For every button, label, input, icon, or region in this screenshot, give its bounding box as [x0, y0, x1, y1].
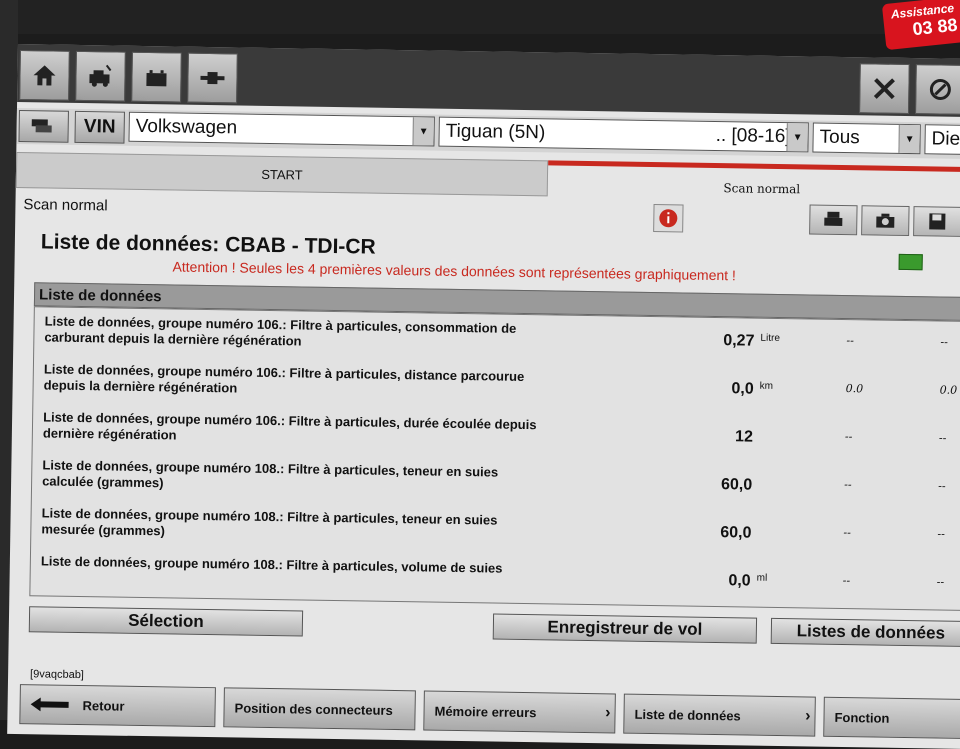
tab-scan-normal[interactable]: Scan normal [547, 160, 960, 202]
row-label: Liste de données, groupe numéro 106.: Fi… [43, 361, 525, 396]
row-extra-1: -- [842, 574, 851, 588]
status-code: [9vaqcbab] [30, 668, 85, 682]
row-extra-2: -- [936, 575, 945, 589]
home-icon [33, 65, 56, 86]
row-label: Liste de données, groupe numéro 108.: Fi… [40, 553, 503, 576]
back-label: Retour [82, 697, 125, 714]
info-button[interactable] [653, 204, 684, 233]
row-label: Liste de données, groupe numéro 108.: Fi… [42, 457, 499, 491]
row-value: 0,27 [723, 332, 755, 350]
assistance-sticker: Assistance 03 88 [881, 0, 960, 51]
data-lists-button[interactable]: Listes de données [770, 617, 960, 648]
chevron-right-icon: › [805, 707, 811, 725]
row-label: Liste de données, groupe numéro 108.: Fi… [41, 505, 498, 539]
save-button[interactable] [913, 206, 960, 237]
row-unit: Litre [760, 332, 781, 345]
tools-icon [873, 78, 895, 100]
chevron-down-icon: ▼ [786, 123, 808, 152]
page-title: Liste de données: CBAB - TDI-CR [40, 230, 376, 259]
function-button[interactable]: Fonction [823, 696, 960, 740]
vehicle-list-button[interactable] [18, 110, 69, 143]
chevron-down-icon: ▼ [412, 117, 434, 146]
tab-start[interactable]: START [15, 151, 549, 197]
top-toolbar [17, 44, 960, 118]
variant-value: Tous [819, 126, 860, 149]
fuel-value: Dies [931, 128, 960, 150]
data-list-nav-label: Liste de données [634, 706, 741, 723]
row-extra-2: -- [937, 527, 945, 541]
power-icon [929, 78, 951, 100]
screenshot-button[interactable] [861, 205, 910, 237]
fault-memory-label: Mémoire erreurs [434, 703, 537, 720]
data-list-nav-button[interactable]: Liste de données › [623, 693, 816, 737]
vin-button[interactable]: VIN [74, 110, 125, 144]
home-button[interactable] [19, 50, 70, 101]
model-years: .. [08-16] [715, 124, 791, 148]
printer-icon [824, 211, 843, 226]
row-value: 60,0 [720, 476, 753, 494]
info-icon [659, 209, 678, 228]
row-extra-1: -- [843, 526, 851, 540]
camera-icon [876, 213, 895, 228]
vehicle-selection-bar: VIN Volkswagen ▼ Tiguan (5N) .. [08-16] … [16, 107, 960, 160]
print-button[interactable] [809, 204, 858, 236]
flight-recorder-button[interactable]: Enregistreur de vol [492, 613, 758, 644]
fault-memory-button[interactable]: Mémoire erreurs › [423, 690, 616, 734]
row-value: 60,0 [720, 524, 752, 542]
brand-value: Volkswagen [135, 115, 238, 139]
tools-button[interactable] [859, 63, 910, 115]
variant-select[interactable]: Tous ▼ [812, 122, 921, 155]
selection-button[interactable]: Sélection [28, 606, 304, 637]
row-extra-1: -- [846, 334, 854, 348]
row-value: 0,0 [731, 380, 754, 398]
model-select[interactable]: Tiguan (5N) .. [08-16] ▼ [438, 116, 809, 153]
row-extra-1: -- [844, 430, 853, 444]
brand-select[interactable]: Volkswagen ▼ [128, 111, 435, 147]
car-diagnosis-icon [89, 64, 112, 87]
photo-bezel-top [0, 0, 960, 34]
chevron-down-icon: ▼ [898, 124, 920, 154]
data-list-table: Liste de données, groupe numéro 106.: Fi… [29, 306, 960, 612]
car-diagnosis-button[interactable] [75, 50, 126, 102]
arrow-left-icon [30, 697, 69, 712]
fuel-select[interactable]: Dies [924, 124, 960, 156]
floppy-disk-icon [929, 213, 946, 230]
row-unit: km [759, 380, 774, 392]
battery-status-icon [898, 253, 923, 271]
row-extra-1: 0.0 [845, 382, 864, 396]
row-extra-2: -- [940, 335, 948, 349]
connector-button[interactable] [187, 52, 238, 104]
row-label: Liste de données, groupe numéro 106.: Fi… [44, 313, 517, 349]
car-stack-icon [31, 119, 52, 133]
warning-message: Attention ! Seules les 4 premières valeu… [172, 258, 737, 284]
row-label: Liste de données, groupe numéro 106.: Fi… [42, 409, 537, 443]
row-extra-2: -- [938, 431, 947, 445]
connector-icon [200, 71, 225, 85]
connector-position-button[interactable]: Position des connecteurs [223, 687, 416, 731]
row-value: 12 [734, 428, 754, 446]
back-button[interactable]: Retour [19, 684, 216, 728]
battery-icon [146, 70, 167, 87]
row-extra-2: 0.0 [939, 383, 958, 397]
row-unit: ml [756, 572, 768, 584]
function-label: Fonction [834, 709, 890, 726]
model-value: Tiguan (5N) [445, 120, 546, 144]
diagnostic-screen: VIN Volkswagen ▼ Tiguan (5N) .. [08-16] … [7, 44, 960, 749]
power-button[interactable] [915, 64, 960, 115]
breadcrumb: Scan normal [23, 196, 108, 215]
row-extra-1: -- [844, 478, 852, 492]
row-value: 0,0 [728, 572, 751, 590]
connector-position-label: Position des connecteurs [234, 699, 393, 718]
row-extra-2: -- [938, 479, 946, 493]
battery-test-button[interactable] [131, 51, 182, 103]
